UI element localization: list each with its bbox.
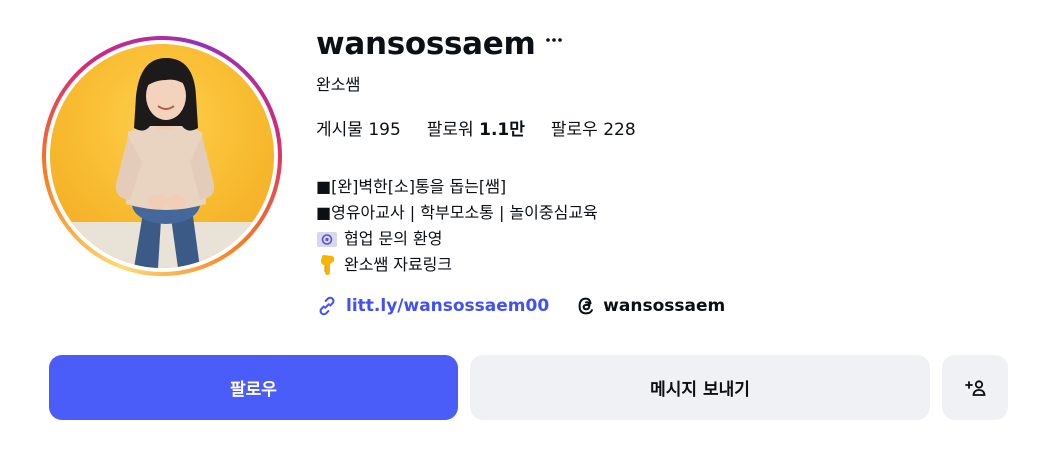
bio-line: ■[완]벽한[소]통을 돕는[쌤] <box>316 177 507 196</box>
follow-button[interactable]: 팔로우 <box>49 355 458 420</box>
link-icon <box>316 295 338 317</box>
external-link-text: litt.ly/wansossaem00 <box>346 296 550 316</box>
more-horizontal-icon[interactable] <box>543 28 565 52</box>
bio-line: 협업 문의 환영 <box>316 226 598 252</box>
posts-count: 게시물 195 <box>316 118 401 142</box>
bio-line-text: 완소쌤 자료링크 <box>344 255 453 274</box>
profile-stats: 게시물 195 팔로워 1.1만 팔로우 228 <box>316 118 662 142</box>
profile-links: litt.ly/wansossaem00 wansossaem <box>316 292 725 320</box>
message-button[interactable]: 메시지 보내기 <box>470 355 930 420</box>
followers-count[interactable]: 팔로워 1.1만 <box>427 118 525 142</box>
followers-label: 팔로워 <box>426 120 474 140</box>
threads-icon <box>575 295 597 317</box>
add-person-icon <box>964 379 986 397</box>
avatar[interactable] <box>50 44 274 268</box>
bio: ■[완]벽한[소]통을 돕는[쌤] ■영유아교사 | 학부모소통 | 놀이중심교… <box>316 174 598 278</box>
email-envelope-emoji-icon <box>316 228 338 250</box>
full-name: 완소쌤 <box>316 75 361 94</box>
posts-label: 게시물 <box>316 120 363 140</box>
following-label: 팔로우 <box>550 120 598 140</box>
external-link[interactable]: litt.ly/wansossaem00 <box>316 292 549 320</box>
threads-link[interactable]: wansossaem <box>575 292 725 320</box>
threads-handle: wansossaem <box>603 296 726 316</box>
username: wansossaem <box>316 26 536 62</box>
following-value: 228 <box>603 120 636 140</box>
following-count[interactable]: 팔로우 228 <box>551 118 636 142</box>
bio-line: ■영유아교사 | 학부모소통 | 놀이중심교육 <box>316 203 598 222</box>
bio-line-text: 협업 문의 환영 <box>344 229 443 248</box>
pointing-down-hand-emoji-icon <box>316 254 338 276</box>
posts-value: 195 <box>368 120 401 140</box>
avatar-border <box>46 40 278 272</box>
profile-photo <box>70 58 260 268</box>
followers-value: 1.1만 <box>479 120 525 140</box>
suggest-accounts-button[interactable] <box>942 355 1008 420</box>
story-ring[interactable] <box>42 36 282 276</box>
bio-line: 완소쌤 자료링크 <box>316 252 598 278</box>
